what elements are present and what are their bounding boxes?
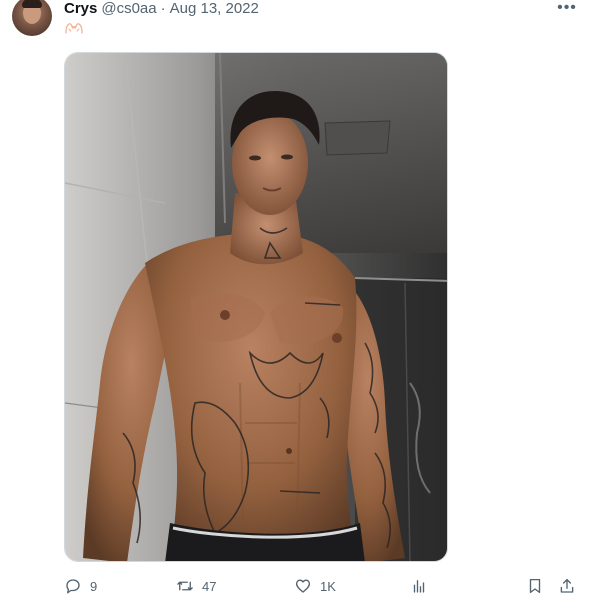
- reply-icon: [66, 579, 80, 594]
- like-button[interactable]: 1K: [294, 574, 336, 598]
- retweet-button[interactable]: 47: [176, 574, 216, 598]
- tweet-card[interactable]: Crys @cs0aa · Aug 13, 2022 ••• 9 47 1K: [0, 0, 596, 611]
- avatar-hair: [22, 0, 42, 8]
- tweet-header: Crys @cs0aa · Aug 13, 2022: [64, 0, 259, 18]
- shirtless-man-photo: [65, 53, 447, 561]
- header-separator: ·: [160, 0, 166, 17]
- heart-icon: [295, 579, 311, 593]
- more-options-icon[interactable]: •••: [556, 0, 578, 19]
- tweet-date[interactable]: Aug 13, 2022: [170, 0, 259, 17]
- reply-button[interactable]: 9: [64, 574, 97, 598]
- tweet-actions: 9 47 1K: [64, 574, 584, 598]
- share-icon: [560, 578, 574, 593]
- avatar[interactable]: [12, 0, 52, 36]
- tweet-text: [64, 22, 84, 36]
- bookmark-button[interactable]: [526, 574, 544, 598]
- like-count: 1K: [320, 578, 336, 594]
- share-button[interactable]: [558, 574, 576, 598]
- reply-count: 9: [90, 578, 98, 594]
- tweet-photo[interactable]: [64, 52, 448, 562]
- author-display-name[interactable]: Crys: [64, 0, 97, 17]
- retweet-icon: [177, 581, 193, 591]
- retweet-count: 47: [202, 578, 217, 594]
- views-button[interactable]: [410, 574, 436, 598]
- raised-hands-emoji-icon: [65, 23, 83, 34]
- author-handle[interactable]: @cs0aa: [101, 0, 156, 17]
- bookmark-icon: [529, 578, 541, 594]
- views-chart-icon: [413, 580, 425, 593]
